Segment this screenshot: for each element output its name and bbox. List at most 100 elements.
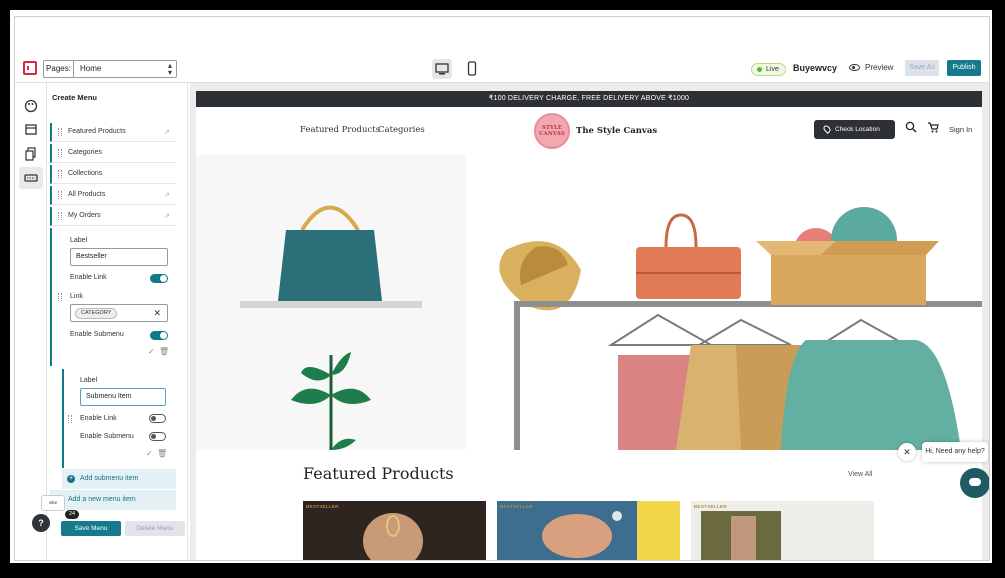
enable-link-label: Enable Link [70,274,107,281]
product-image [497,501,680,560]
label-caption: Label [70,237,88,244]
drag-handle-icon[interactable] [58,170,62,178]
add-new-label: Add a new menu item [68,496,136,503]
menu-item-all-products[interactable]: All Products ⇗ [50,186,176,205]
store-logo[interactable]: STYLE CANVAS [534,113,570,149]
menu-item-featured-products[interactable]: Featured Products ⇗ [50,123,176,142]
submenu-enable-link-toggle[interactable] [149,414,166,423]
link-category-chip: CATEGORY [75,308,118,319]
pages-icon [25,147,36,161]
preview-label: Preview [865,63,894,72]
live-status-badge: Live [751,63,786,76]
enable-submenu-label: Enable Submenu [70,331,124,338]
menu-rail-button[interactable] [19,167,43,189]
chat-close-icon[interactable]: ✕ [898,443,916,461]
save-as-button[interactable]: Save As [905,60,939,76]
cart-icon[interactable] [927,121,939,133]
drag-handle-icon[interactable] [58,128,62,136]
delete-menu-button[interactable]: Delete Menu [125,521,185,536]
preview-button[interactable]: Preview [849,63,893,72]
drag-handle-icon[interactable] [68,415,72,423]
support-widget-logo[interactable]: vibe [41,495,65,511]
screenshot-frame: Pages: Home ▴ ▾ Live Buyewvcy Preview Sav… [8,8,994,565]
mobile-view-button[interactable] [462,59,482,79]
submenu-enable-submenu-toggle[interactable] [149,432,166,441]
close-icon[interactable]: ✕ [153,305,161,321]
trash-icon[interactable]: 🗑 [157,449,167,458]
notification-count-badge: 24 [65,510,79,519]
drag-handle-icon[interactable] [58,149,62,157]
link-field[interactable]: CATEGORY ✕ [70,304,168,322]
store-preview-frame: ₹100 DELIVERY CHARGE, FREE DELIVERY ABOV… [196,91,982,560]
submenu-item-editor: Label Submenu Item Enable Link Enable Su… [62,369,176,468]
create-menu-panel: Create Menu Featured Products ⇗ Categori… [48,83,188,560]
enable-link-toggle[interactable] [150,274,168,283]
left-rail [15,83,47,560]
pages-rail-button[interactable] [19,143,43,165]
sign-in-link[interactable]: Sign In [949,125,972,134]
menu-item-label: Featured Products [68,128,126,135]
menu-item-collections[interactable]: Collections [50,165,176,184]
hero-banner [196,155,982,450]
submenu-label-input[interactable]: Submenu Item [80,388,166,406]
menu-item-label: My Orders [68,212,101,219]
nav-categories[interactable]: Categories [378,125,425,135]
store-brand-name[interactable]: The Style Canvas [576,126,657,136]
menu-item-editor: Label Bestseller Enable Link Link CATEGO… [50,228,176,366]
save-menu-button[interactable]: Save Menu [61,521,121,536]
link-caption: Link [70,293,83,300]
menu-item-my-orders[interactable]: My Orders ⇗ [50,207,176,226]
link-icon: ⇗ [164,192,170,199]
mobile-icon [467,61,477,76]
check-icon[interactable]: ✓ [146,449,153,458]
menu-item-label: All Products [68,191,106,198]
check-location-button[interactable]: Check Location [814,120,895,139]
product-card[interactable]: BESTSELLER [691,501,874,560]
bestseller-tag: BESTSELLER [500,504,533,509]
add-submenu-label: Add submenu item [80,475,139,482]
app-logo-icon[interactable] [23,61,37,75]
panel-title: Create Menu [52,93,98,102]
store-logo-text: STYLE CANVAS [539,125,565,137]
menu-item-categories[interactable]: Categories [50,144,176,163]
submenu-label-caption: Label [80,377,98,384]
drag-handle-icon[interactable] [58,212,62,220]
product-image [691,501,874,560]
app-window: Pages: Home ▴ ▾ Live Buyewvcy Preview Sav… [14,16,990,561]
product-card[interactable]: BESTSELLER [303,501,486,560]
product-image [303,501,486,560]
chevron-updown-icon: ▴ ▾ [167,61,172,77]
label-input[interactable]: Bestseller [70,248,168,266]
add-menu-item-button[interactable]: + Add a new menu item [50,490,176,510]
drag-handle-icon[interactable] [58,293,62,301]
enable-submenu-toggle[interactable] [150,331,168,340]
store-name: Buyewvcy [793,63,838,73]
publish-button[interactable]: Publish [947,60,981,76]
bestseller-tag: BESTSELLER [694,504,727,509]
drag-handle-icon[interactable] [58,191,62,199]
help-icon[interactable]: ? [32,514,50,532]
check-icon[interactable]: ✓ [148,347,155,356]
bestseller-tag: BESTSELLER [306,504,339,509]
link-icon: ⇗ [164,213,170,220]
theme-rail-button[interactable] [19,95,43,117]
view-all-link[interactable]: View All [848,471,872,478]
trash-icon[interactable]: 🗑 [159,347,169,356]
location-pin-icon [822,124,832,134]
product-card[interactable]: BESTSELLER [497,501,680,560]
add-submenu-item-button[interactable]: + Add submenu item [62,469,176,489]
search-icon[interactable] [905,121,917,133]
layout-icon [25,124,37,135]
store-preview-area: ₹100 DELIVERY CHARGE, FREE DELIVERY ABOV… [190,83,989,560]
menu-bar-icon [24,174,38,182]
check-location-label: Check Location [835,126,880,133]
chat-greeting-bubble[interactable]: Hi, Need any help? [922,442,988,462]
top-bar: Pages: Home ▴ ▾ Live Buyewvcy Preview Sav… [15,55,989,83]
desktop-view-button[interactable] [432,59,452,79]
sections-rail-button[interactable] [19,119,43,141]
nav-featured-products[interactable]: Featured Products [300,125,380,135]
chat-launcher-button[interactable] [960,468,989,498]
pages-select[interactable]: Pages: Home ▴ ▾ [43,60,177,78]
eye-icon [849,64,860,72]
palette-icon [24,99,38,113]
